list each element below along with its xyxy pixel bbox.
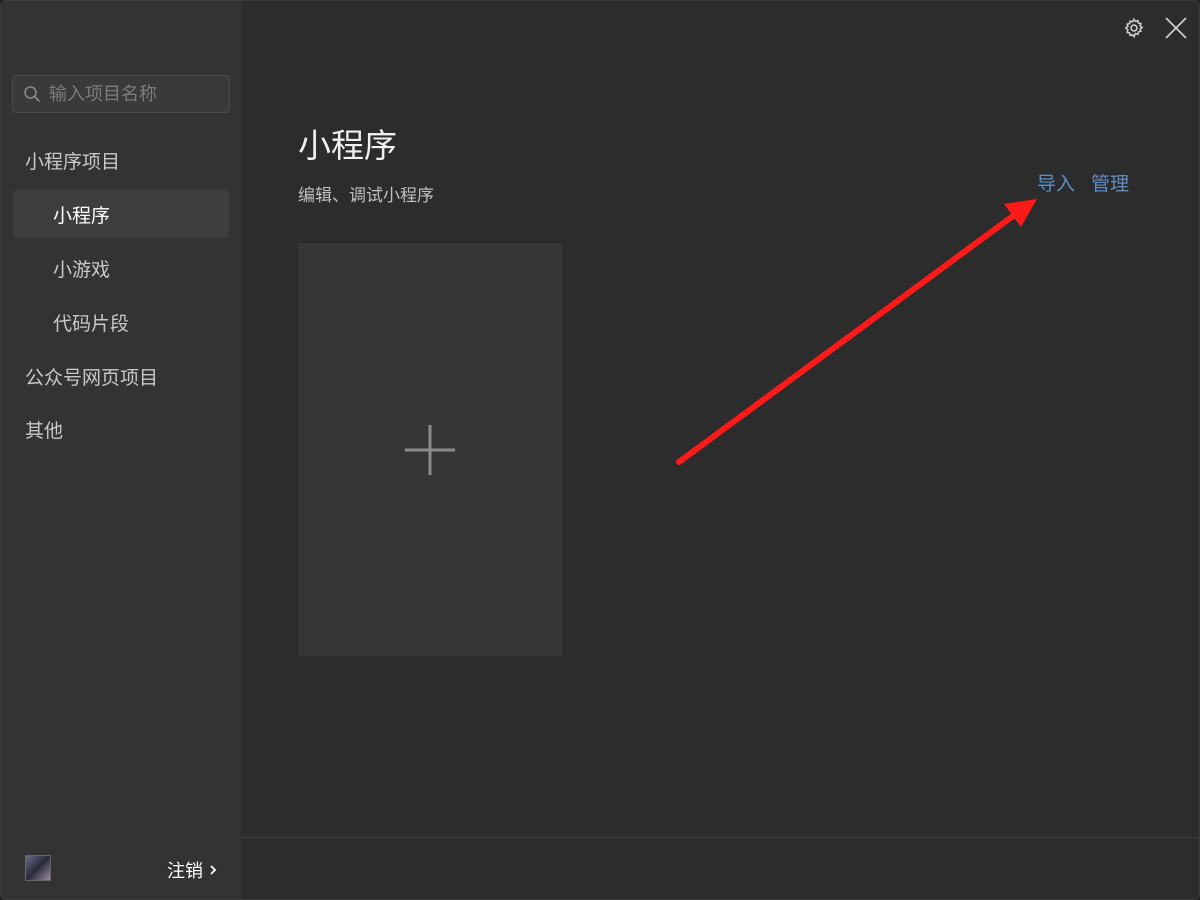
main-footer-bar xyxy=(241,837,1199,899)
section-other[interactable]: 其他 xyxy=(25,416,63,443)
logout-button[interactable]: 注销 xyxy=(167,857,217,883)
sidebar: 小程序项目 小程序 小游戏 代码片段 公众号网页项目 其他 注销 xyxy=(1,1,241,899)
import-link[interactable]: 导入 xyxy=(1037,169,1075,196)
avatar[interactable] xyxy=(25,855,51,881)
logout-label: 注销 xyxy=(167,861,203,882)
search-box[interactable] xyxy=(12,75,230,113)
project-manager-window: 小程序项目 小程序 小游戏 代码片段 公众号网页项目 其他 注销 xyxy=(0,0,1200,900)
section-official-account-web[interactable]: 公众号网页项目 xyxy=(25,363,158,390)
search-input[interactable] xyxy=(47,82,221,106)
search-icon xyxy=(24,86,40,102)
window-controls xyxy=(1123,15,1189,41)
sidebar-item-minigame[interactable]: 小游戏 xyxy=(13,244,229,292)
main-panel: 小程序 编辑、调试小程序 导入 管理 xyxy=(241,1,1199,899)
new-project-card[interactable] xyxy=(298,243,562,656)
sidebar-footer: 注销 xyxy=(1,837,241,899)
sidebar-item-label: 小游戏 xyxy=(53,258,111,281)
section-miniprogram-projects[interactable]: 小程序项目 xyxy=(25,147,120,174)
page-title: 小程序 xyxy=(298,126,397,165)
sidebar-item-label: 代码片段 xyxy=(53,312,130,335)
close-icon[interactable] xyxy=(1163,15,1189,41)
page-subtitle: 编辑、调试小程序 xyxy=(298,186,434,206)
sidebar-item-label: 小程序 xyxy=(53,204,111,227)
sidebar-item-miniprogram[interactable]: 小程序 xyxy=(13,190,229,238)
sidebar-item-code-snippets[interactable]: 代码片段 xyxy=(13,298,229,346)
header-actions: 导入 管理 xyxy=(1037,169,1129,196)
manage-link[interactable]: 管理 xyxy=(1091,169,1129,196)
plus-icon xyxy=(405,424,455,475)
chevron-right-icon xyxy=(210,865,217,875)
gear-icon[interactable] xyxy=(1123,17,1145,39)
